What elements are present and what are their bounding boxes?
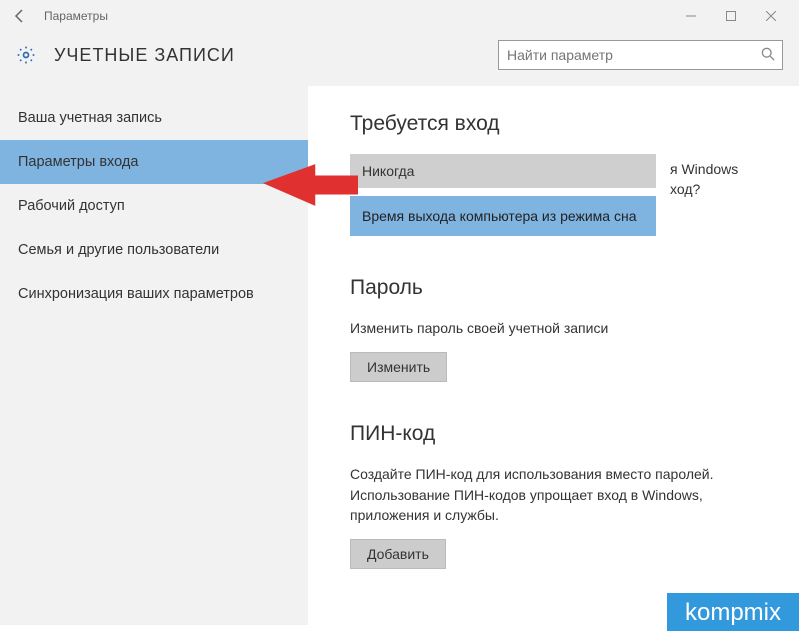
search-box[interactable] — [498, 40, 783, 70]
watermark: kompmix — [667, 593, 799, 631]
sidebar-item-signin-options[interactable]: Параметры входа — [0, 140, 308, 184]
add-pin-button[interactable]: Добавить — [350, 539, 446, 569]
sidebar: Ваша учетная запись Параметры входа Рабо… — [0, 86, 308, 625]
close-button[interactable] — [751, 2, 791, 30]
section-pin-heading: ПИН-код — [350, 422, 769, 446]
pin-desc: Создайте ПИН-код для использования вмест… — [350, 464, 769, 525]
sidebar-item-work-access[interactable]: Рабочий доступ — [0, 184, 308, 228]
search-input[interactable] — [498, 40, 783, 70]
signin-question-fragment: я Windows ход? — [670, 160, 769, 199]
section-password-heading: Пароль — [350, 276, 769, 300]
sidebar-item-your-account[interactable]: Ваша учетная запись — [0, 96, 308, 140]
window-title: Параметры — [44, 9, 671, 23]
minimize-button[interactable] — [671, 2, 711, 30]
back-button[interactable] — [8, 4, 32, 28]
password-desc: Изменить пароль своей учетной записи — [350, 318, 769, 338]
maximize-button[interactable] — [711, 2, 751, 30]
search-icon — [761, 47, 775, 64]
change-password-button[interactable]: Изменить — [350, 352, 447, 382]
page-title: УЧЕТНЫЕ ЗАПИСИ — [54, 45, 498, 66]
signin-dropdown-option-sleep[interactable]: Время выхода компьютера из режима сна — [350, 196, 656, 236]
signin-dropdown-selected[interactable]: Никогда — [350, 154, 656, 188]
sidebar-item-sync[interactable]: Синхронизация ваших параметров — [0, 272, 308, 316]
header: УЧЕТНЫЕ ЗАПИСИ — [0, 32, 799, 86]
sidebar-item-family[interactable]: Семья и другие пользователи — [0, 228, 308, 272]
content-pane: Требуется вход я Windows ход? Никогда Вр… — [308, 86, 799, 625]
section-signin-heading: Требуется вход — [350, 112, 769, 136]
gear-icon — [16, 45, 36, 65]
titlebar: Параметры — [0, 0, 799, 32]
